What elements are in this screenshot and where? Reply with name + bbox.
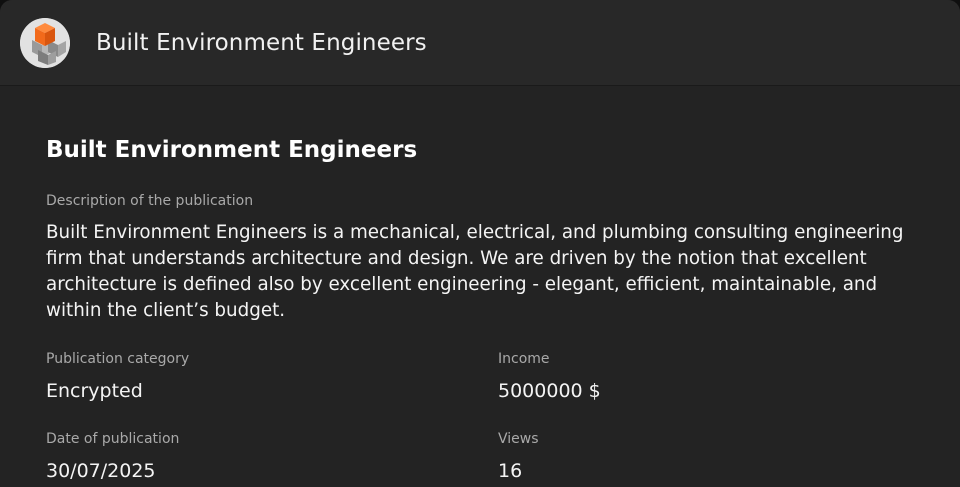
header-title: Built Environment Engineers	[96, 30, 427, 56]
cube-logo-icon	[20, 18, 70, 68]
description-text: Built Environment Engineers is a mechani…	[46, 222, 904, 321]
views-label: Views	[498, 431, 539, 447]
date-value: 30/07/2025	[46, 460, 156, 482]
income-value: 5000000 $	[498, 380, 601, 402]
description-label: Description of the publication	[46, 193, 254, 209]
category-label: Publication category	[46, 351, 190, 367]
date-label: Date of publication	[46, 431, 180, 447]
income-label: Income	[498, 351, 550, 367]
views-value: 16	[498, 460, 523, 482]
category-value: Encrypted	[46, 380, 143, 402]
publication-panel: Built Environment Engineers Built Enviro…	[0, 0, 960, 487]
panel-header: Built Environment Engineers	[0, 0, 960, 86]
publication-title: Built Environment Engineers	[46, 137, 418, 163]
